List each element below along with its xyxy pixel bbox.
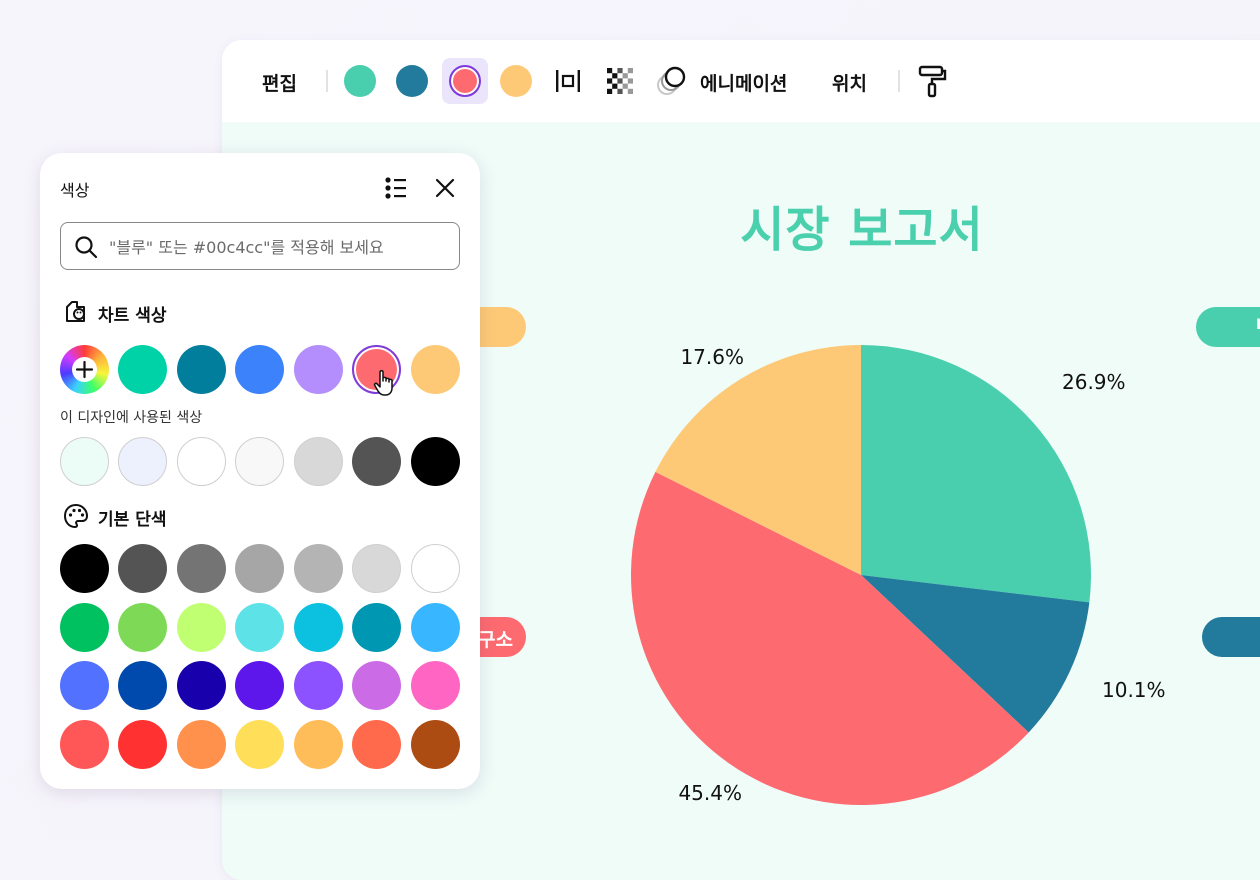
- solid-color-swatch[interactable]: [294, 603, 343, 652]
- color-panel: 색상 차트 색상 이 디자인에 사용된 색상 기본 단색: [40, 153, 480, 789]
- solid-color-swatch[interactable]: [235, 661, 284, 710]
- add-color-button[interactable]: [60, 345, 109, 394]
- solid-color-swatch[interactable]: [60, 603, 109, 652]
- used-color-swatch[interactable]: [118, 437, 167, 486]
- pie-slice-label: 26.9%: [1062, 370, 1126, 394]
- solid-color-swatch[interactable]: [60, 661, 109, 710]
- palette-icon: [63, 503, 89, 529]
- used-color-swatch[interactable]: [294, 437, 343, 486]
- used-color-swatch[interactable]: [411, 437, 460, 486]
- solid-color-swatch[interactable]: [235, 720, 284, 769]
- solid-color-swatch[interactable]: [235, 603, 284, 652]
- solid-color-swatch[interactable]: [118, 720, 167, 769]
- solid-color-swatch[interactable]: [235, 544, 284, 593]
- solid-color-swatch[interactable]: [352, 544, 401, 593]
- position-button[interactable]: 위치: [832, 69, 867, 96]
- toolbar-color-swatch[interactable]: [396, 65, 428, 97]
- list-view-icon[interactable]: [381, 173, 411, 203]
- edit-button[interactable]: 편집: [262, 69, 297, 96]
- chart-color-swatch[interactable]: [352, 345, 401, 396]
- chart-color-swatch[interactable]: [294, 345, 343, 394]
- solid-color-swatch[interactable]: [411, 661, 460, 710]
- solid-color-swatch[interactable]: [118, 603, 167, 652]
- color-search-field[interactable]: [60, 222, 460, 270]
- context-toolbar: 편집 에니메이션 위치: [222, 40, 1260, 122]
- plus-icon: [75, 360, 94, 379]
- used-color-swatch[interactable]: [60, 437, 109, 486]
- chart-color-swatch[interactable]: [118, 345, 167, 394]
- solid-color-swatch[interactable]: [177, 661, 226, 710]
- toolbar-color-swatch[interactable]: [449, 65, 481, 97]
- chart-colors-heading: 차트 색상: [98, 306, 167, 326]
- used-color-swatch[interactable]: [177, 437, 226, 486]
- used-color-swatch[interactable]: [235, 437, 284, 486]
- copy-style-icon[interactable]: [914, 63, 950, 99]
- hand-cursor-icon: [373, 370, 393, 396]
- pie-slice-label: 45.4%: [678, 781, 742, 805]
- spacing-icon[interactable]: [550, 63, 586, 99]
- search-input[interactable]: [107, 233, 451, 261]
- panel-title: 색상: [60, 181, 90, 200]
- add-color-inner: [72, 357, 97, 382]
- transparency-icon[interactable]: [602, 63, 638, 99]
- solid-color-swatch[interactable]: [411, 720, 460, 769]
- chart-color-swatch[interactable]: [411, 345, 460, 394]
- used-colors-heading: 이 디자인에 사용된 색상: [60, 410, 203, 426]
- solid-color-swatch[interactable]: [294, 544, 343, 593]
- solid-color-swatch[interactable]: [352, 720, 401, 769]
- solid-color-swatch[interactable]: [294, 720, 343, 769]
- chart-palette-icon: [66, 301, 85, 322]
- toolbar-color-swatch[interactable]: [344, 65, 376, 97]
- solid-color-swatch[interactable]: [118, 544, 167, 593]
- chart-color-swatch[interactable]: [177, 345, 226, 394]
- solid-color-swatch[interactable]: [60, 544, 109, 593]
- solid-color-swatch[interactable]: [177, 603, 226, 652]
- pie-slice[interactable]: [861, 345, 1091, 603]
- solid-color-swatch[interactable]: [352, 661, 401, 710]
- solid-color-swatch[interactable]: [411, 544, 460, 593]
- search-icon: [75, 236, 98, 259]
- toolbar-color-swatch[interactable]: [500, 65, 532, 97]
- animation-icon[interactable]: [653, 63, 689, 99]
- pie-slice-label: 17.6%: [680, 345, 744, 369]
- solid-color-swatch[interactable]: [118, 661, 167, 710]
- solid-color-swatch[interactable]: [352, 603, 401, 652]
- used-color-swatch[interactable]: [352, 437, 401, 486]
- solid-color-swatch[interactable]: [411, 603, 460, 652]
- solid-color-swatch[interactable]: [177, 544, 226, 593]
- toolbar-divider: [898, 70, 900, 92]
- animation-button[interactable]: 에니메이션: [700, 69, 787, 96]
- solid-color-swatch[interactable]: [60, 720, 109, 769]
- solid-color-swatch[interactable]: [294, 661, 343, 710]
- pie-slice-label: 10.1%: [1102, 678, 1166, 702]
- chart-color-swatch[interactable]: [235, 345, 284, 394]
- solid-color-swatch[interactable]: [177, 720, 226, 769]
- close-icon[interactable]: [430, 173, 460, 203]
- solid-colors-heading: 기본 단색: [98, 510, 167, 530]
- toolbar-divider: [326, 70, 328, 92]
